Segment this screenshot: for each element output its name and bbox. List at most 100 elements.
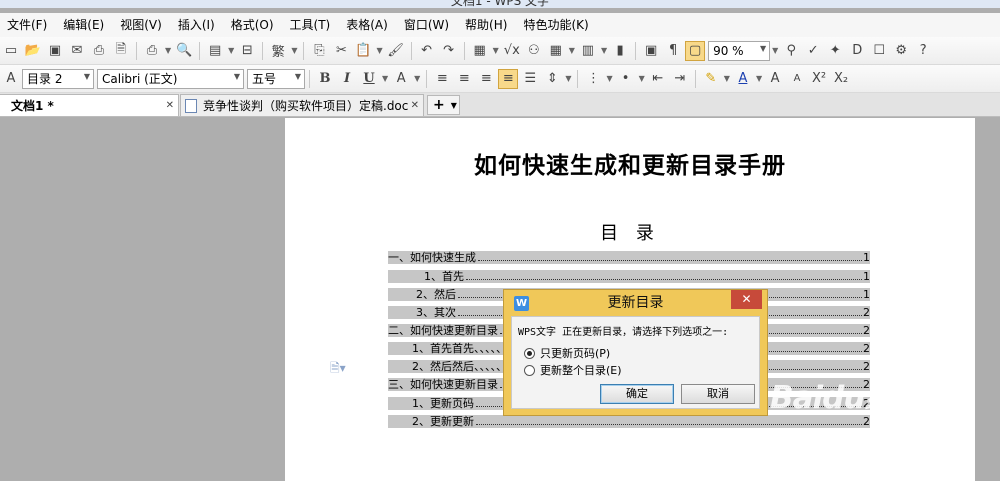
menu-format[interactable]: 格式(O) xyxy=(224,13,283,37)
font-color-icon[interactable]: A xyxy=(733,69,753,89)
help-icon[interactable]: ? xyxy=(913,41,933,61)
document-map-icon[interactable]: ▣ xyxy=(641,41,661,61)
chevron-down-icon[interactable]: ▼ xyxy=(165,46,171,55)
document-icon[interactable]: 🗎 xyxy=(111,41,131,61)
bold-button[interactable]: B xyxy=(315,69,335,89)
option-update-page-numbers[interactable]: 只更新页码(P) xyxy=(524,345,610,361)
format-painter-icon[interactable]: 🖌 xyxy=(386,41,406,61)
full-page-icon[interactable]: ▢ xyxy=(685,40,706,61)
grow-font-icon[interactable]: A xyxy=(765,69,785,89)
chevron-down-icon[interactable]: ▼ xyxy=(451,101,457,110)
new-document-icon[interactable]: ▭ xyxy=(1,41,21,61)
menu-insert[interactable]: 插入(I) xyxy=(171,13,224,37)
distributed-icon[interactable]: ☰ xyxy=(520,69,540,89)
share-icon[interactable]: ⚙ xyxy=(891,41,911,61)
save-icon[interactable]: ▣ xyxy=(45,41,65,61)
align-right-icon[interactable]: ≡ xyxy=(476,69,496,89)
chevron-down-icon[interactable]: ▼ xyxy=(724,74,730,83)
menu-window[interactable]: 窗口(W) xyxy=(397,13,458,37)
print-icon[interactable]: ⎙ xyxy=(142,41,162,61)
menu-file[interactable]: 文件(F) xyxy=(0,13,56,37)
translate-icon[interactable]: ✦ xyxy=(825,41,845,61)
radio-selected-icon[interactable] xyxy=(524,347,535,359)
chevron-down-icon[interactable]: ▼ xyxy=(569,46,575,55)
chevron-down-icon[interactable]: ▼ xyxy=(601,46,607,55)
send-mail-icon[interactable]: ✉ xyxy=(67,41,87,61)
chevron-down-icon[interactable]: ▼ xyxy=(639,74,645,83)
hyperlink-icon[interactable]: ⚇ xyxy=(524,41,544,61)
new-tab-button[interactable]: + ▼ xyxy=(427,95,460,115)
superscript-icon[interactable]: X² xyxy=(809,69,829,89)
chevron-down-icon[interactable]: ▼ xyxy=(565,74,571,83)
traditional-chinese-icon[interactable]: 繁 xyxy=(268,41,288,61)
find-icon[interactable]: ⚲ xyxy=(781,41,801,61)
highlight-icon[interactable]: ✎ xyxy=(701,69,721,89)
chevron-down-icon[interactable]: ▼ xyxy=(414,74,420,83)
chevron-down-icon[interactable]: ▼ xyxy=(606,74,612,83)
chevron-down-icon[interactable]: ▼ xyxy=(84,72,90,81)
open-folder-icon[interactable]: 📂 xyxy=(23,41,43,61)
toc-entry[interactable]: 一、如何快速生成 1 xyxy=(388,251,870,264)
undo-icon[interactable]: ↶ xyxy=(417,41,437,61)
chevron-down-icon[interactable]: ▼ xyxy=(228,46,234,55)
chevron-down-icon[interactable]: ▼ xyxy=(772,46,778,55)
export-pdf-icon[interactable]: ⎙ xyxy=(89,41,109,61)
style-combo[interactable]: 目录 2 ▼ xyxy=(22,68,94,89)
tab-document1[interactable]: 文档1 * ✕ xyxy=(0,94,179,116)
zoom-combo[interactable]: 90 % ▼ xyxy=(708,40,771,61)
close-icon[interactable]: ✕ xyxy=(411,100,419,111)
justify-icon[interactable]: ≡ xyxy=(498,68,519,89)
split-icon[interactable]: ⊟ xyxy=(237,41,257,61)
chevron-down-icon[interactable]: ▼ xyxy=(382,74,388,83)
columns-icon[interactable]: ▥ xyxy=(578,41,598,61)
align-center-icon[interactable]: ≡ xyxy=(454,69,474,89)
increase-indent-icon[interactable]: ⇥ xyxy=(670,69,690,89)
insert-page-icon[interactable]: ▤ xyxy=(205,41,225,61)
table-icon[interactable]: ▦ xyxy=(546,41,566,61)
styles-icon[interactable]: A xyxy=(1,69,21,89)
chevron-down-icon[interactable]: ▼ xyxy=(760,44,766,53)
insert-table-icon[interactable]: ▦ xyxy=(470,41,490,61)
chevron-down-icon[interactable]: ▼ xyxy=(234,72,240,81)
menu-special[interactable]: 特色功能(K) xyxy=(516,13,597,37)
cut-icon[interactable]: ✂ xyxy=(331,41,351,61)
redo-icon[interactable]: ↷ xyxy=(439,41,459,61)
bullets-icon[interactable]: • xyxy=(616,69,636,89)
text-effect-icon[interactable]: A xyxy=(391,69,411,89)
paragraph-layout-icon[interactable]: 🗎▾ xyxy=(330,359,346,380)
menu-tools[interactable]: 工具(T) xyxy=(283,13,340,37)
chevron-down-icon[interactable]: ▼ xyxy=(295,72,301,81)
close-icon[interactable]: ✕ xyxy=(166,100,174,111)
spell-check-icon[interactable]: ✓ xyxy=(803,41,823,61)
line-spacing-icon[interactable]: ⇕ xyxy=(542,69,562,89)
menu-edit[interactable]: 编辑(E) xyxy=(56,13,113,37)
close-button[interactable]: ✕ xyxy=(731,290,762,309)
chevron-down-icon[interactable]: ▼ xyxy=(376,46,382,55)
paragraph-mark-icon[interactable]: ¶ xyxy=(663,41,683,61)
template-icon[interactable]: ☐ xyxy=(869,41,889,61)
menu-help[interactable]: 帮助(H) xyxy=(458,13,516,37)
chevron-down-icon[interactable]: ▼ xyxy=(756,74,762,83)
tab-negotiation-doc[interactable]: 竞争性谈判（购买软件项目）定稿.doc ✕ xyxy=(180,94,424,116)
chevron-down-icon[interactable]: ▼ xyxy=(291,46,297,55)
option-update-entire-toc[interactable]: 更新整个目录(E) xyxy=(524,362,622,378)
paste-icon[interactable]: 📋 xyxy=(353,41,373,61)
align-left-icon[interactable]: ≡ xyxy=(432,69,452,89)
italic-button[interactable]: I xyxy=(337,69,357,89)
toc-entry[interactable]: 1、首先 1 xyxy=(388,270,870,283)
copy-icon[interactable]: ⎘ xyxy=(309,41,329,61)
menu-view[interactable]: 视图(V) xyxy=(113,13,171,37)
radio-unselected-icon[interactable] xyxy=(524,364,535,376)
font-size-combo[interactable]: 五号 ▼ xyxy=(247,68,305,89)
chart-icon[interactable]: ▮ xyxy=(610,41,630,61)
formula-icon[interactable]: √x xyxy=(502,41,522,61)
subscript-icon[interactable]: X₂ xyxy=(831,69,851,89)
menu-table[interactable]: 表格(A) xyxy=(339,13,397,37)
shrink-font-icon[interactable]: A xyxy=(787,69,807,89)
chevron-down-icon[interactable]: ▼ xyxy=(493,46,499,55)
outline-icon[interactable]: D xyxy=(847,41,867,61)
decrease-indent-icon[interactable]: ⇤ xyxy=(648,69,668,89)
print-preview-icon[interactable]: 🔍 xyxy=(174,41,194,61)
underline-button[interactable]: U xyxy=(359,69,379,89)
cancel-button[interactable]: 取消 xyxy=(681,384,755,404)
